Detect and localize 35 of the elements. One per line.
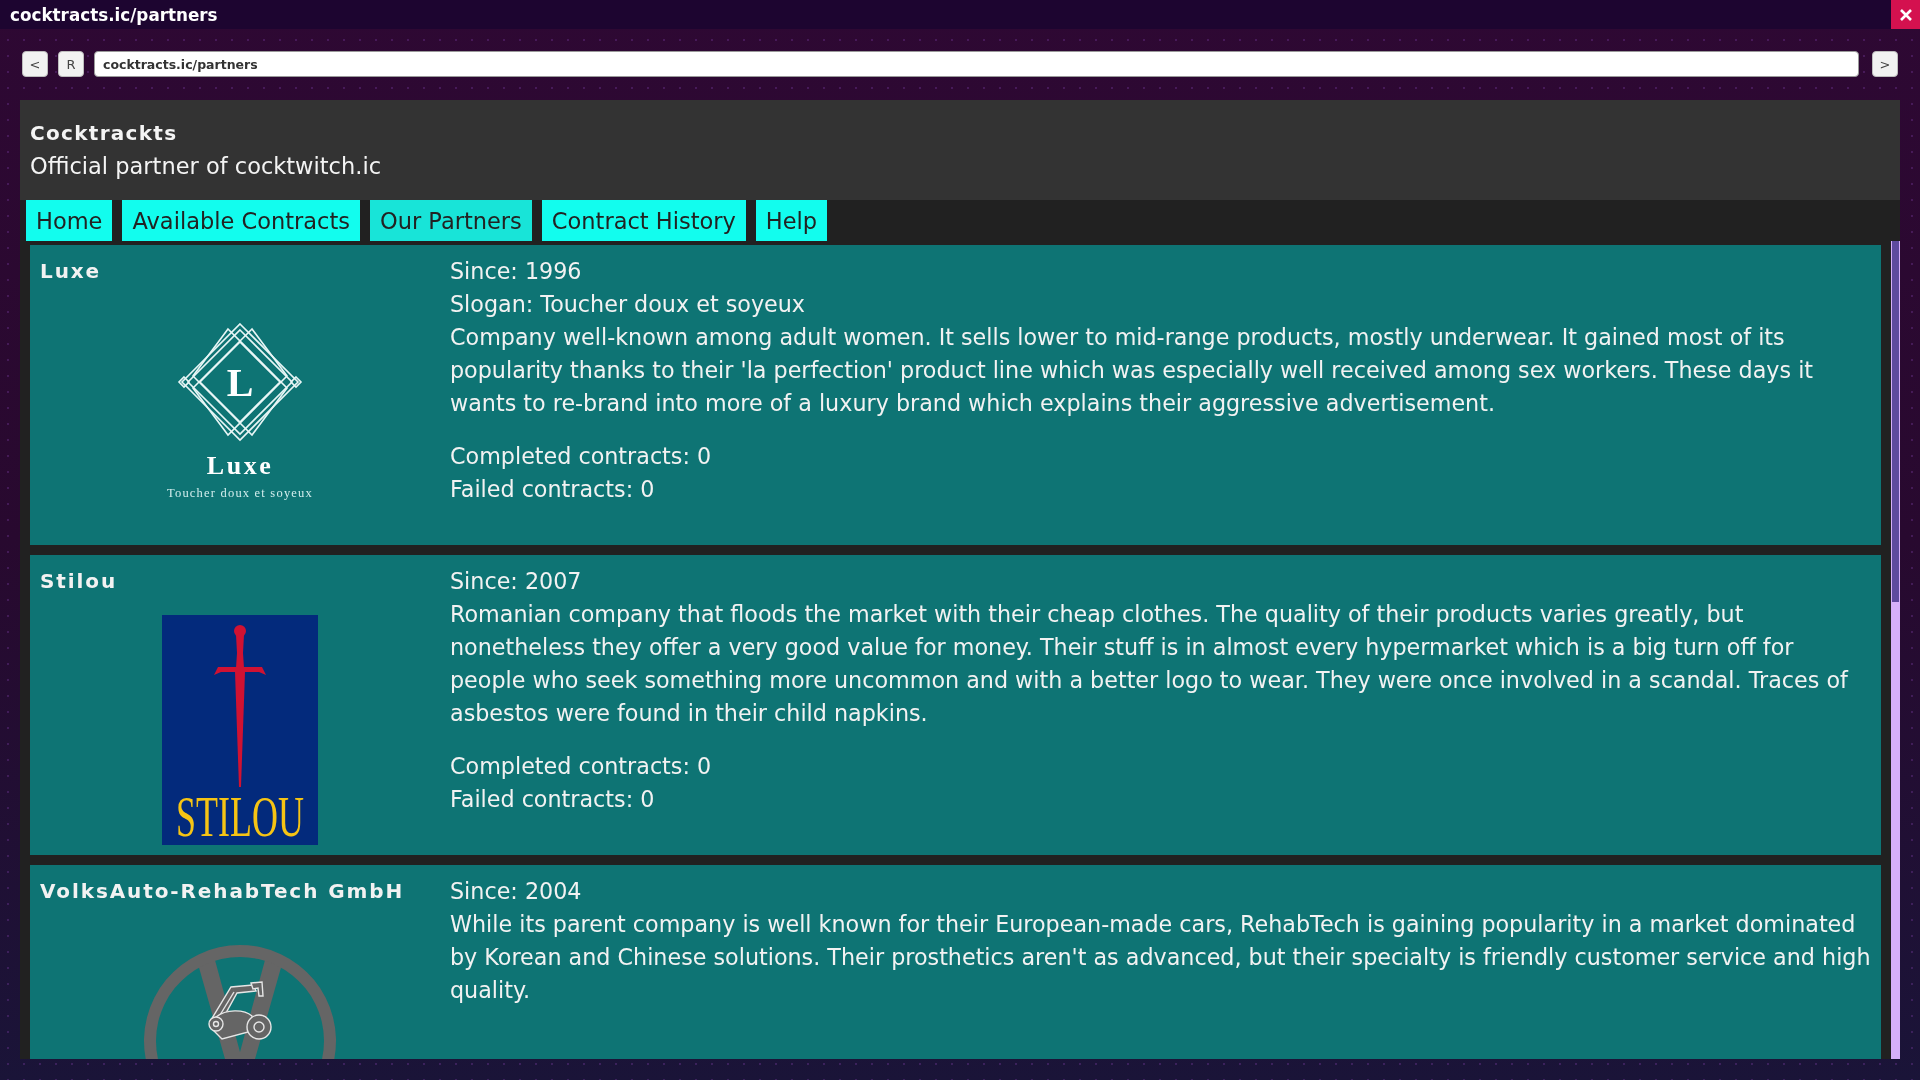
go-button[interactable]: > xyxy=(1872,51,1898,77)
completed-count: Completed contracts: 0 xyxy=(450,442,713,471)
nav-tab[interactable]: Help xyxy=(755,200,828,241)
since-text: Since: 1996 xyxy=(450,257,583,286)
back-button[interactable]: < xyxy=(22,51,48,77)
logo-wordmark: STILOU xyxy=(176,784,304,845)
description-text: While its parent company is well known for their European-made cars, RehabTech is gaining popularity in a market dominated by Korean and Chinese solutions. Their prosthetics aren't as advanced, but their specialty is friendly customer service and high quality. xyxy=(450,910,1871,1005)
failed-count: Failed contracts: 0 xyxy=(450,475,656,504)
nav-tab[interactable]: Contract History xyxy=(541,200,746,241)
close-button[interactable] xyxy=(1891,0,1920,29)
close-icon xyxy=(1899,8,1912,21)
logo-wordmark: Luxe xyxy=(206,451,274,480)
partner-name: Stilou xyxy=(40,568,118,595)
window-title: cocktracts.ic/partners xyxy=(9,4,218,25)
dagger-icon xyxy=(214,625,266,787)
site-name: Cocktrackts xyxy=(30,120,179,147)
description-text: Romanian company that floods the market with their cheap clothes. The quality of their products varies greatly, but nonetheless they offer a very good value for money. Their stuff is in almost every hypermarket which is a big turn off for people who seek something more uncommon and with a better logo to wear. They were once involved in a scandal. Traces of asbestos were found in their child napkins. xyxy=(450,600,1850,728)
completed-count: Completed contracts: 0 xyxy=(450,752,713,781)
monogram-emblem: L xyxy=(177,322,303,442)
address-field[interactable]: cocktracts.ic/partners xyxy=(94,51,1859,77)
since-text: Since: 2007 xyxy=(450,567,583,596)
scrollbar-thumb[interactable] xyxy=(1892,241,1899,602)
nav-tab[interactable]: Our Partners xyxy=(369,200,532,241)
reload-button[interactable]: R xyxy=(58,51,84,77)
nav-tab[interactable]: Available Contracts xyxy=(122,200,360,241)
slogan-text: Slogan: Toucher doux et soyeux xyxy=(450,290,806,319)
robot-arm-icon xyxy=(208,981,272,1040)
failed-count: Failed contracts: 0 xyxy=(450,785,656,814)
logo-tagline: Toucher doux et soyeux xyxy=(167,486,313,500)
nav-tab[interactable]: Home xyxy=(26,200,113,241)
partner-name: Luxe xyxy=(40,258,102,285)
description-text: Company well-known among adult women. It sells lower to mid-range products, mostly underwear. It gained most of its popularity thanks to their 'la perfection' product line which was especially well received among sex workers. These days it wants to re-brand into more of a luxury brand which explains their aggressive advertisement. xyxy=(450,323,1815,418)
since-text: Since: 2004 xyxy=(450,877,583,906)
partner-name: VolksAuto-RehabTech GmbH xyxy=(40,878,405,905)
site-tagline: Official partner of cocktwitch.ic xyxy=(30,152,382,181)
